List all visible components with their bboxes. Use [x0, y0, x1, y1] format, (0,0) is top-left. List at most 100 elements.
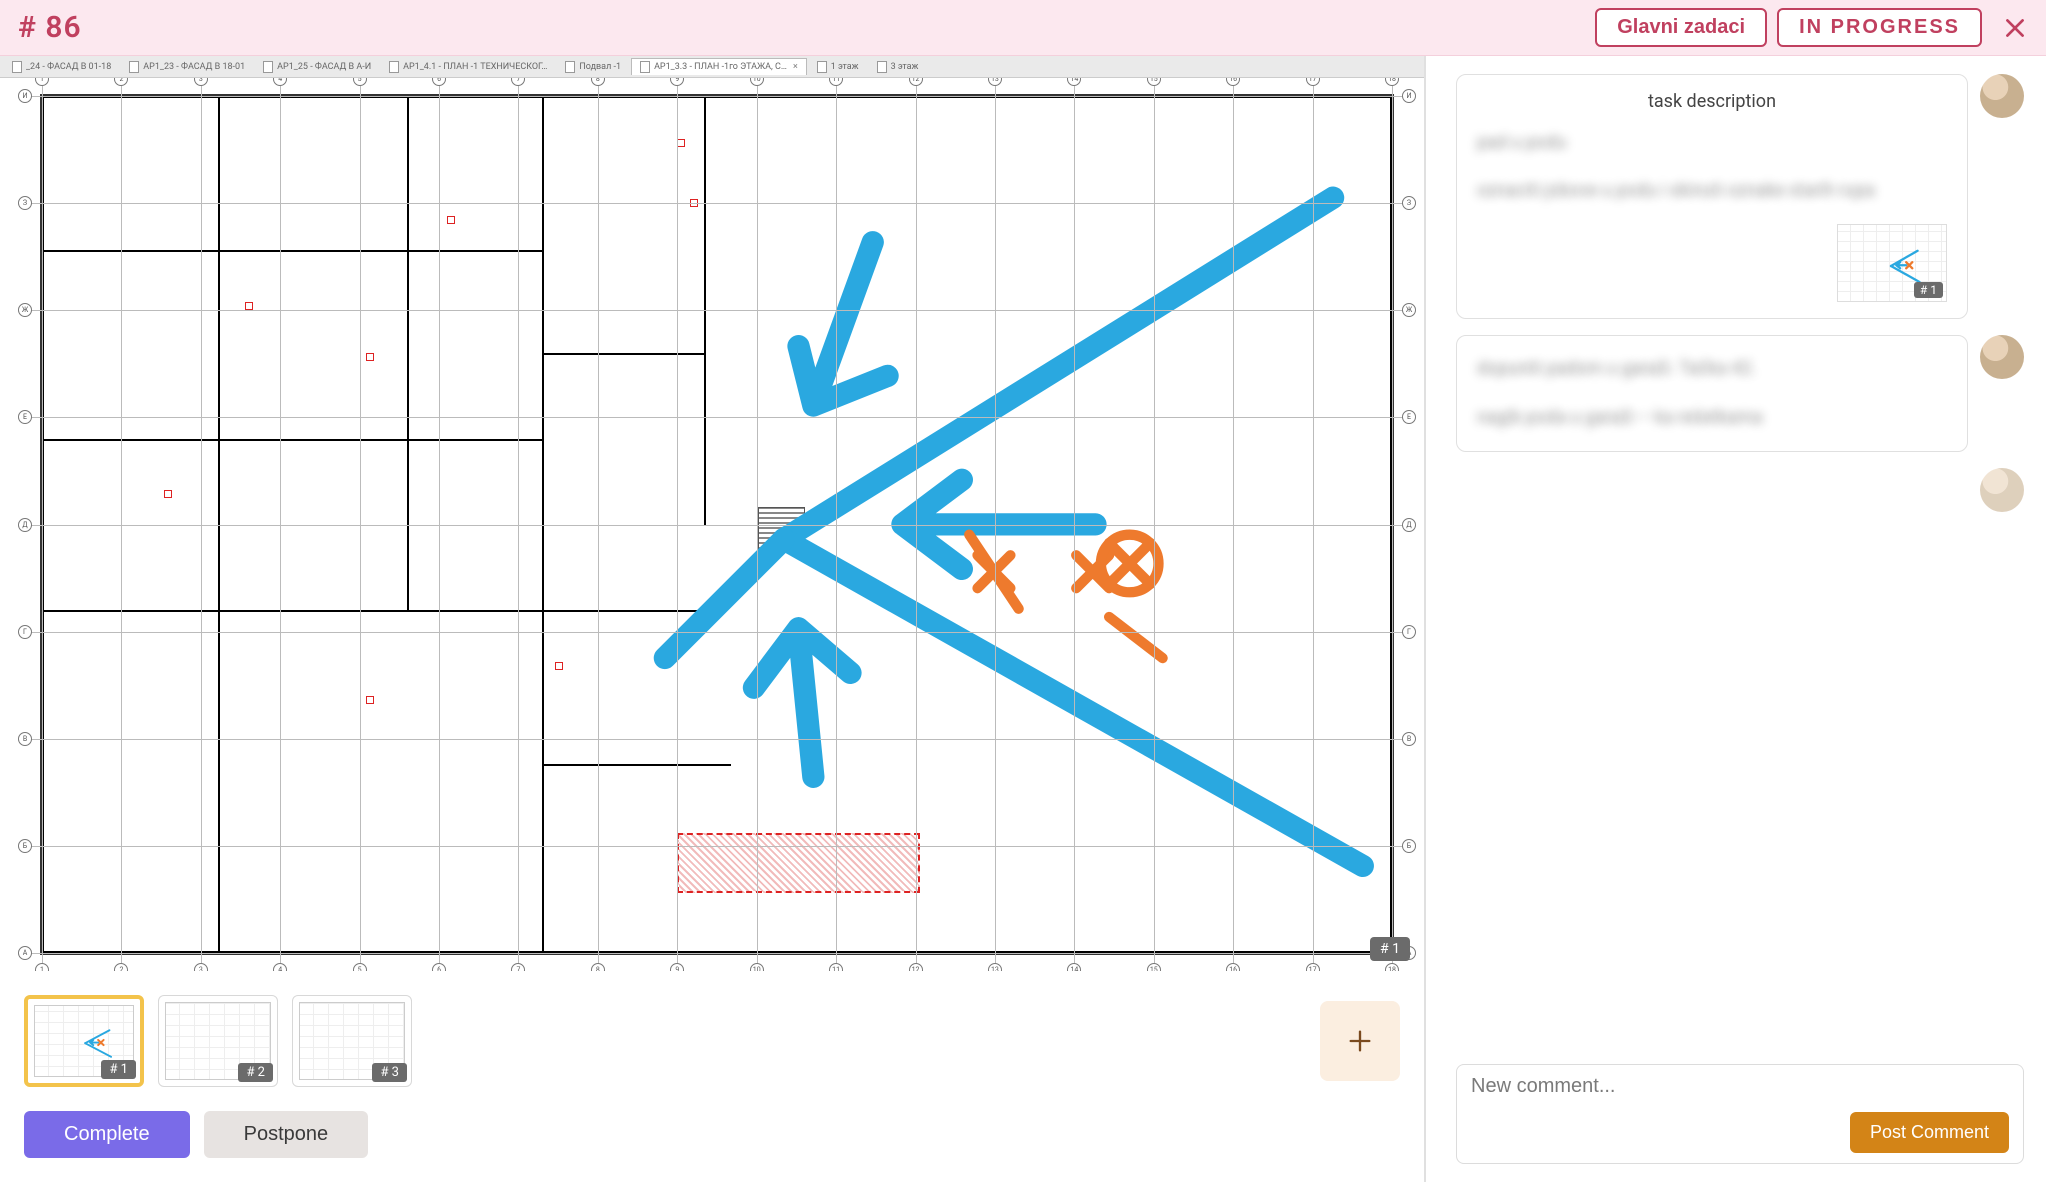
document-icon — [12, 61, 22, 73]
plan-tab[interactable]: АР1_23 - ФАСАД В 18-01 — [121, 59, 253, 75]
grid-bubble: 18 — [1385, 78, 1399, 86]
task-description-attachment[interactable]: # 1 — [1477, 224, 1947, 302]
task-id: # 86 — [18, 10, 82, 45]
annotation-orange-strokes — [798, 473, 1338, 679]
grid-bubble: 6 — [432, 78, 446, 86]
document-icon — [640, 61, 650, 73]
attachment-badge: # 1 — [1914, 282, 1943, 298]
grid-bubble: 1 — [35, 963, 49, 971]
grid-bubble: 6 — [432, 963, 446, 971]
avatar — [1980, 468, 2024, 512]
thumbnail[interactable]: # 1 — [24, 995, 144, 1087]
main-body: _24 - ФАСАД В 01-18 АР1_23 - ФАСАД В 18-0… — [0, 56, 2046, 1182]
grid-bubble: 8 — [591, 78, 605, 86]
thumbnail-badge: # 1 — [101, 1060, 136, 1079]
grid-bubble: 5 — [353, 963, 367, 971]
grid-bubble: 15 — [1147, 78, 1161, 86]
document-icon — [877, 61, 887, 73]
grid-bubble: 2 — [114, 963, 128, 971]
composer-box[interactable]: Post Comment — [1456, 1064, 2024, 1164]
grid-bubble: 14 — [1067, 963, 1081, 971]
comment-input[interactable] — [1471, 1075, 2009, 1098]
attachment-thumbnail[interactable]: # 1 — [1837, 224, 1947, 302]
document-icon — [263, 61, 273, 73]
plan-viewer[interactable]: _24 - ФАСАД В 01-18 АР1_23 - ФАСАД В 18-0… — [0, 56, 1424, 971]
task-description-card: task description pad u podu oznaciti job… — [1456, 74, 1968, 319]
grid-bubble: В — [1402, 732, 1416, 746]
plan-tab-label: 3 этаж — [891, 62, 919, 72]
plan-tab-bar: _24 - ФАСАД В 01-18 АР1_23 - ФАСАД В 18-0… — [0, 56, 1424, 78]
plan-tab-label: 1 этаж — [831, 62, 859, 72]
grid-bubble: 12 — [909, 78, 923, 86]
grid-bubble: 2 — [114, 78, 128, 86]
grid-bubble: З — [1402, 196, 1416, 210]
grid-bubble: 4 — [273, 963, 287, 971]
comment-text-2: nagib poda u garaži – ka rešetkama — [1477, 401, 1947, 435]
plan-tab[interactable]: АР1_3.3 - ПЛАН -1го ЭТАЖА, С…× — [631, 58, 807, 75]
grid-bubble: 18 — [1385, 963, 1399, 971]
plan-tab[interactable]: АР1_25 - ФАСАД В А-И — [255, 59, 379, 75]
plan-tab[interactable]: _24 - ФАСАД В 01-18 — [4, 59, 119, 75]
left-pane: _24 - ФАСАД В 01-18 АР1_23 - ФАСАД В 18-0… — [0, 56, 1426, 1182]
grid-bubble: В — [18, 732, 32, 746]
grid-bubble: 3 — [194, 963, 208, 971]
comments-list[interactable]: task description pad u podu oznaciti job… — [1426, 56, 2046, 1055]
plan-tab[interactable]: 3 этаж — [869, 59, 927, 75]
grid-bubble: 16 — [1226, 78, 1240, 86]
postpone-button[interactable]: Postpone — [204, 1111, 369, 1158]
thumbnail[interactable]: # 2 — [158, 995, 278, 1087]
grid-bubble: 15 — [1147, 963, 1161, 971]
plan-tab-label: АР1_25 - ФАСАД В А-И — [277, 62, 371, 72]
thumbnail[interactable]: # 3 — [292, 995, 412, 1087]
grid-bubble: Ж — [18, 303, 32, 317]
avatar — [1980, 335, 2024, 379]
grid-bubble: 1 — [35, 78, 49, 86]
complete-button[interactable]: Complete — [24, 1111, 190, 1158]
sheet-frame: 1122334455667788991010111112121313141415… — [40, 94, 1394, 955]
grid-bubble: 3 — [194, 78, 208, 86]
grid-bubble: 4 — [273, 78, 287, 86]
grid-bubble: 9 — [670, 78, 684, 86]
plan-tab[interactable]: АР1_4.1 - ПЛАН -1 ТЕХНИЧЕСКОГ… — [381, 59, 555, 75]
add-attachment-button[interactable] — [1320, 1001, 1400, 1081]
grid-bubble: 11 — [829, 78, 843, 86]
tab-close-icon[interactable]: × — [793, 62, 798, 72]
floorplan-canvas[interactable]: 1122334455667788991010111112121313141415… — [0, 78, 1424, 971]
grid-bubble: 13 — [988, 78, 1002, 86]
comment-text: dopuniti padom u garaži. Tačka 42. — [1477, 352, 1947, 386]
main-tasks-button[interactable]: Glavni zadaci — [1595, 8, 1767, 47]
grid-bubble: 10 — [750, 78, 764, 86]
close-icon[interactable] — [2002, 15, 2028, 41]
comment-item: task description pad u podu oznaciti job… — [1456, 74, 2024, 319]
plan-tab-label: _24 - ФАСАД В 01-18 — [26, 62, 111, 72]
grid-bubble: 8 — [591, 963, 605, 971]
thumbnail-badge: # 3 — [372, 1063, 407, 1082]
comment-composer: Post Comment — [1426, 1055, 2046, 1182]
grid-bubble: Ж — [1402, 303, 1416, 317]
header-bar: # 86 Glavni zadaci IN PROGRESS — [0, 0, 2046, 56]
task-description-body: pad u podu — [1477, 126, 1947, 160]
grid-bubble: Б — [18, 839, 32, 853]
plan-tab-label: АР1_4.1 - ПЛАН -1 ТЕХНИЧЕСКОГ… — [403, 62, 547, 72]
grid-bubble: Г — [18, 625, 32, 639]
grid-bubble: А — [18, 946, 32, 960]
right-pane: task description pad u podu oznaciti job… — [1426, 56, 2046, 1182]
grid-bubble: Г — [1402, 625, 1416, 639]
post-comment-button[interactable]: Post Comment — [1850, 1112, 2009, 1153]
grid-bubble: 17 — [1306, 963, 1320, 971]
grid-bubble: 9 — [670, 963, 684, 971]
plan-tab[interactable]: 1 этаж — [809, 59, 867, 75]
document-icon — [817, 61, 827, 73]
grid-bubble: З — [18, 196, 32, 210]
grid-bubble: 17 — [1306, 78, 1320, 86]
document-icon — [129, 61, 139, 73]
grid-bubble: 16 — [1226, 963, 1240, 971]
comment-item-partial — [1456, 468, 2024, 512]
grid-bubble: 14 — [1067, 78, 1081, 86]
comment-item: dopuniti padom u garaži. Tačka 42. nagib… — [1456, 335, 2024, 451]
plan-tab[interactable]: Подвал -1 — [557, 59, 629, 75]
grid-bubble: 5 — [353, 78, 367, 86]
status-pill[interactable]: IN PROGRESS — [1777, 8, 1982, 47]
document-icon — [389, 61, 399, 73]
grid-bubble: 12 — [909, 963, 923, 971]
